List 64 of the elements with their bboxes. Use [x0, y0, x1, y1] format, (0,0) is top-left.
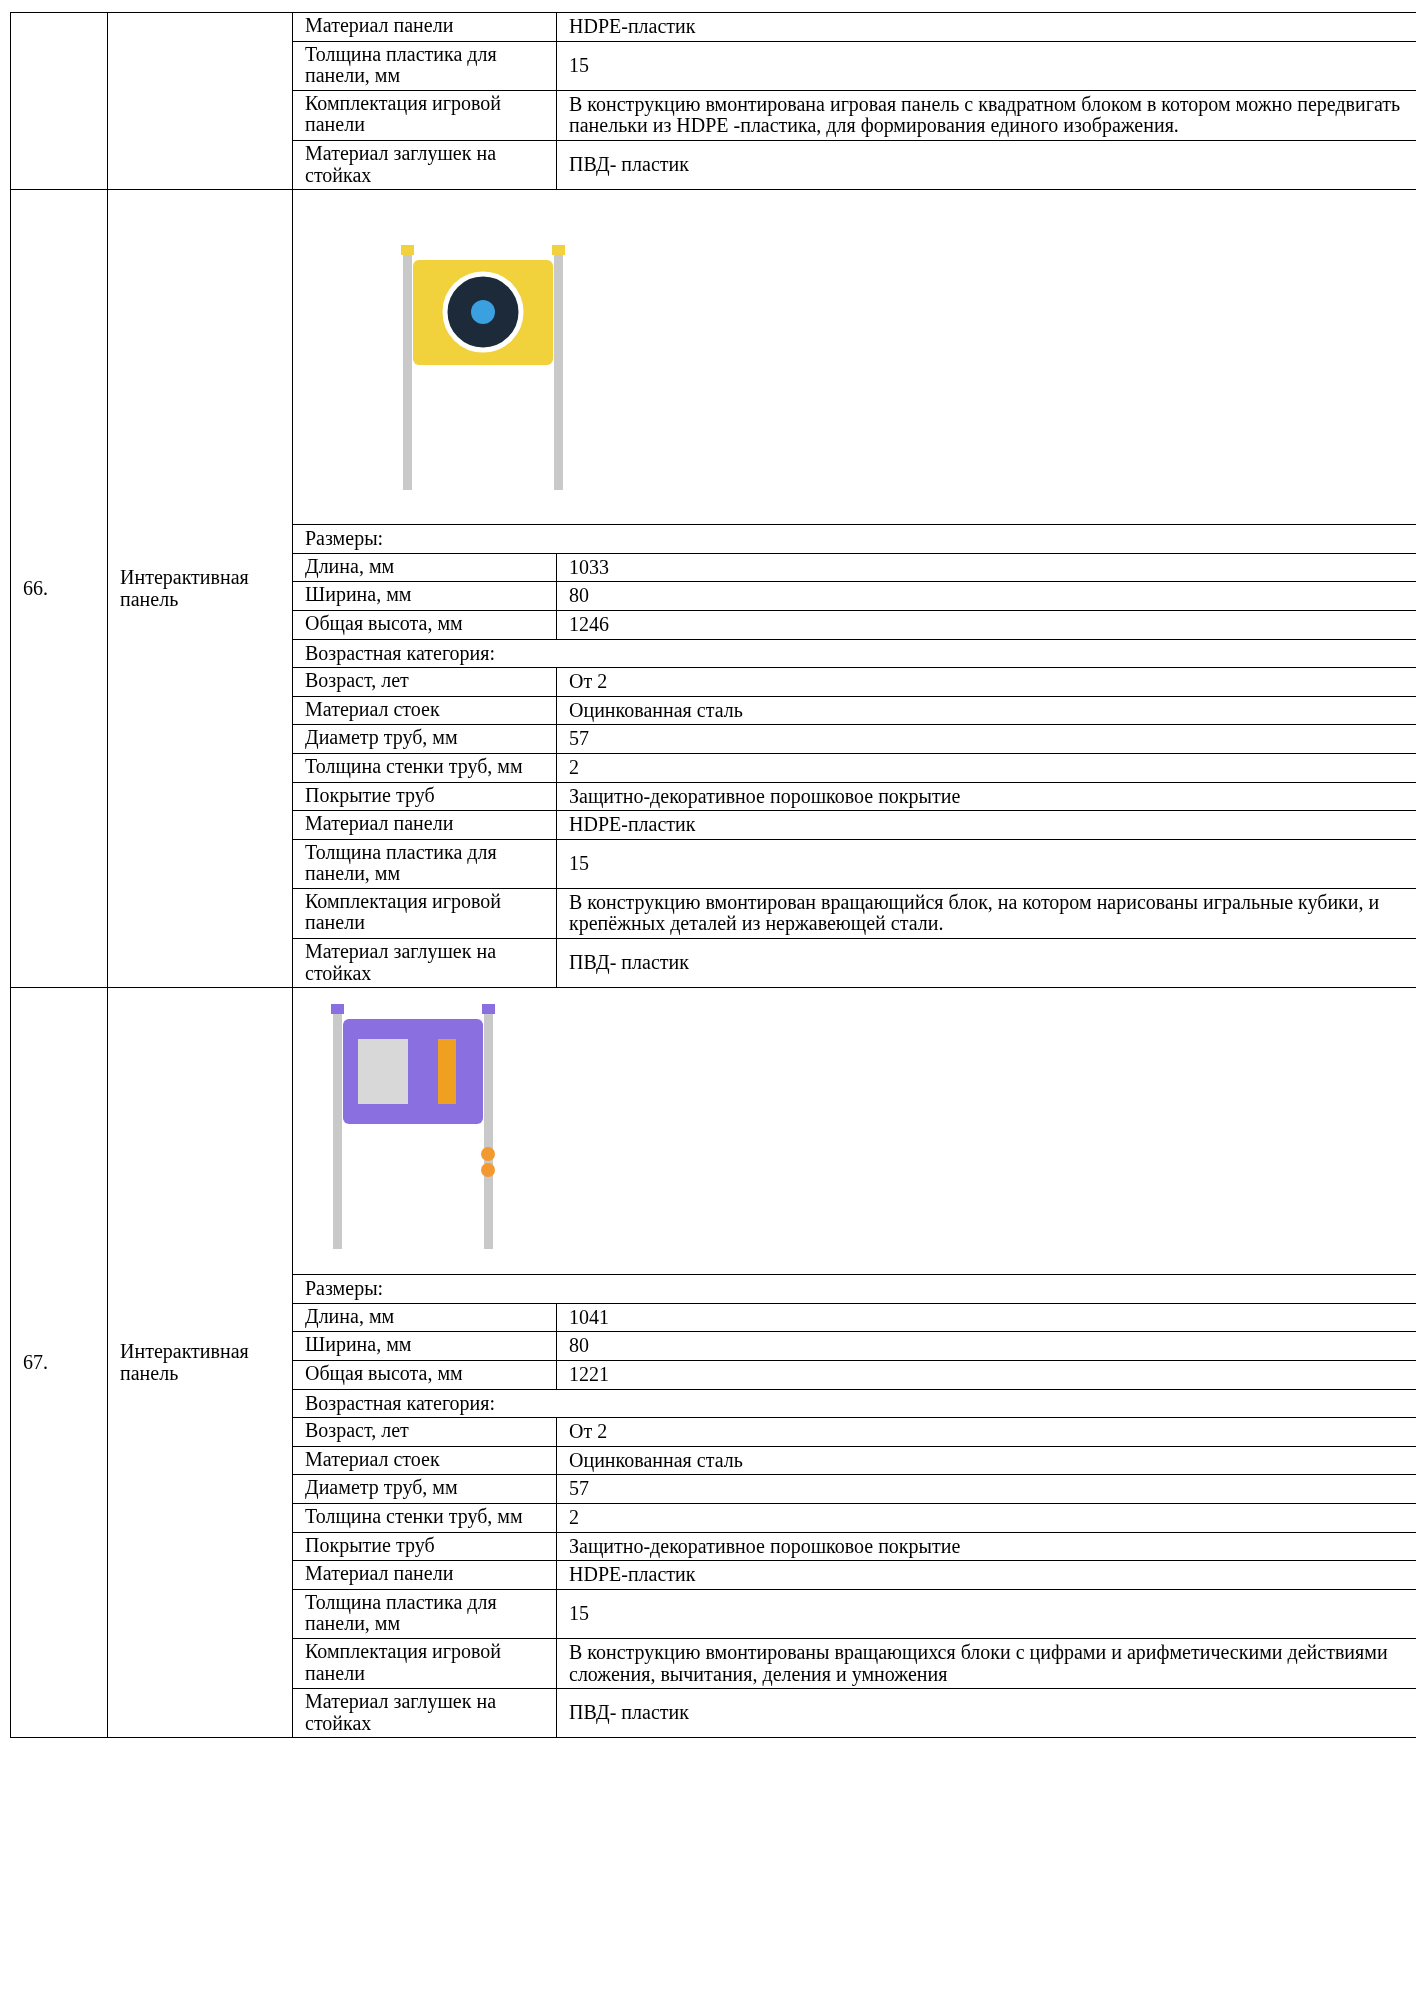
spec-value: ПВД- пластик [569, 153, 689, 176]
spec-label: Возраст, лет [305, 669, 409, 692]
spec-label: Общая высота, мм [305, 1362, 463, 1385]
spec-value: Защитно-декоративное порошковое покрытие [569, 784, 961, 807]
spec-label: Возраст, лет [305, 1419, 409, 1442]
spec-value: 1041 [569, 1305, 609, 1328]
spec-label: Толщина стенки труб, мм [305, 1505, 523, 1527]
row-number: 67. [23, 1351, 48, 1373]
spec-value: 80 [569, 584, 589, 607]
spec-value: 57 [569, 1477, 589, 1500]
spec-value: HDPE-пластик [569, 813, 696, 836]
spec-label: Материал заглушек на стойках [305, 1690, 496, 1734]
spec-label: Толщина стенки труб, мм [305, 754, 523, 777]
spec-value: От 2 [569, 1420, 608, 1443]
spec-value: 57 [569, 727, 589, 750]
spec-label: Комплектация игровой панели [305, 889, 501, 934]
product-name: Интерактивная панель [120, 566, 249, 610]
spec-label: Материал заглушек на стойках [305, 940, 496, 984]
spec-value: От 2 [569, 670, 608, 693]
spec-label: Материал стоек [305, 697, 440, 720]
spec-label: Материал стоек [305, 1447, 440, 1470]
spec-value: 15 [569, 852, 589, 874]
section-heading: Возрастная категория: [305, 641, 496, 664]
spec-value: HDPE-пластик [569, 1563, 696, 1586]
spec-label: Длина, мм [305, 1304, 395, 1327]
spec-value: 2 [569, 1506, 579, 1528]
spec-label: Материал панели [305, 812, 454, 835]
spec-label: Материал панели [305, 1562, 454, 1585]
spec-label: Общая высота, мм [305, 611, 463, 634]
spec-label: Толщина пластика для панели, мм [305, 1590, 497, 1635]
spec-label: Ширина, мм [305, 1333, 412, 1356]
spec-value: Оцинкованная сталь [569, 698, 743, 721]
spec-label: Покрытие труб [305, 783, 435, 806]
spec-value: 1033 [569, 555, 609, 578]
spec-value: В конструкцию вмонтирована игровая панель с квадратном блоком в котором можно передвигать панельки из HDPE -пластика, для формирования единого изображения. [569, 92, 1401, 137]
spec-value: В конструкцию вмонтирован вращающийся блок, на котором нарисованы игральные кубики, и крепёжных деталей из нержавеющей стали. [569, 890, 1380, 935]
product-name: Интерактивная панель [120, 1340, 249, 1384]
spec-label: Толщина пластика для панели, мм [305, 840, 497, 885]
spec-value: 15 [569, 53, 589, 76]
spec-label: Покрытие труб [305, 1533, 435, 1556]
spec-label: Комплектация игровой панели [305, 91, 501, 136]
spec-label: Толщина пластика для панели, мм [305, 42, 497, 87]
spec-value: ПВД- пластик [569, 1701, 689, 1724]
spec-value: 1221 [569, 1363, 609, 1386]
spec-value: Оцинкованная сталь [569, 1448, 743, 1471]
spec-value: ПВД- пластик [569, 951, 689, 974]
spec-value: 15 [569, 1602, 589, 1625]
section-heading: Размеры: [305, 527, 384, 550]
spec-value: В конструкцию вмонтированы вращающихся блоки с цифрами и арифметическими действиями сложения, вычитания, деления и умножения [569, 1640, 1388, 1685]
spec-label: Материал панели [305, 14, 454, 36]
spec-value: 2 [569, 755, 579, 778]
section-heading: Возрастная категория: [305, 1391, 496, 1414]
spec-label: Диаметр труб, мм [305, 1476, 458, 1499]
spec-value: 80 [569, 1334, 589, 1357]
spec-label: Комплектация игровой панели [305, 1639, 501, 1684]
spec-label: Ширина, мм [305, 583, 412, 606]
spec-value: HDPE-пластик [569, 15, 696, 37]
spec-label: Диаметр труб, мм [305, 726, 458, 749]
spec-label: Материал заглушек на стойках [305, 141, 496, 186]
spec-value: Защитно-декоративное порошковое покрытие [569, 1534, 961, 1557]
spec-label: Длина, мм [305, 554, 395, 577]
section-heading: Размеры: [305, 1277, 384, 1300]
spec-value: 1246 [569, 612, 609, 635]
row-number: 66. [23, 576, 48, 599]
